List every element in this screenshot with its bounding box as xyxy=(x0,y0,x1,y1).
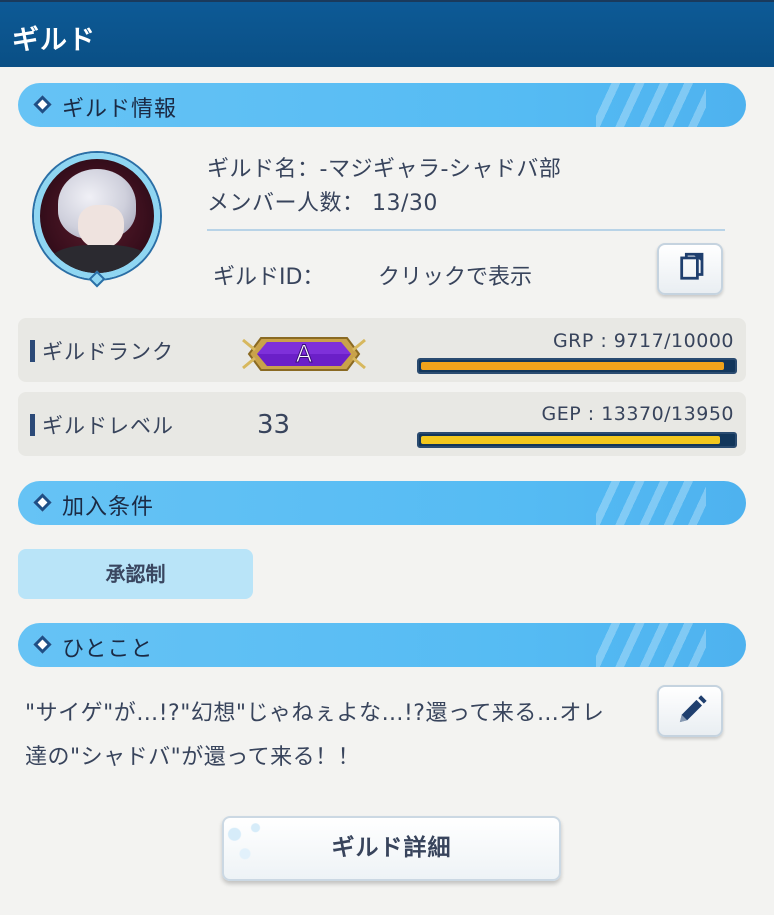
guild-id-reveal[interactable]: クリックで表示 xyxy=(378,259,532,291)
guild-detail-label: ギルド詳細 xyxy=(331,835,452,861)
gep-progress-fill xyxy=(421,436,720,444)
copy-id-button[interactable] xyxy=(657,243,723,295)
section-title: ひとこと xyxy=(62,637,154,662)
gep-progress-bar xyxy=(417,432,737,448)
rank-letter: A xyxy=(296,340,313,368)
grp-progress-bar xyxy=(417,358,737,374)
diamond-icon xyxy=(33,635,52,654)
divider xyxy=(207,229,725,231)
guild-id-label: ギルドID： xyxy=(213,265,325,290)
guild-level-value: 33 xyxy=(257,410,291,440)
guild-detail-button[interactable]: ギルド詳細 xyxy=(222,816,561,881)
comment-text: "サイゲ"が…!?"幻想"じゃねぇよな…!?還って来る…オレ達の"シャドバ"が還… xyxy=(25,701,605,770)
guild-members: メンバー人数： 13/30 xyxy=(207,191,438,216)
guild-rank-label: ギルドランク xyxy=(42,340,174,364)
copy-icon xyxy=(680,252,704,280)
guild-avatar[interactable] xyxy=(34,153,160,279)
grp-progress-fill xyxy=(421,362,724,370)
pencil-icon xyxy=(679,695,707,723)
guild-level-label: ギルドレベル xyxy=(42,414,174,438)
rank-badge-icon: A xyxy=(242,337,366,371)
section-header-join-conditions: 加入条件 xyxy=(18,481,746,525)
guild-level-row: ギルドレベル GEP : 13370/13950 xyxy=(18,392,746,456)
join-condition-text: 承認制 xyxy=(105,562,166,586)
gep-text: GEP : 13370/13950 xyxy=(541,403,734,425)
section-header-guild-info: ギルド情報 xyxy=(18,83,746,127)
section-header-comment: ひとこと xyxy=(18,623,746,667)
page-title: ギルド xyxy=(12,25,96,56)
section-title: ギルド情報 xyxy=(62,97,178,122)
grp-text: GRP : 9717/10000 xyxy=(552,330,734,352)
guild-rank-row: ギルドランク GRP : 9717/10000 xyxy=(18,318,746,382)
diamond-icon xyxy=(33,493,52,512)
title-bar: ギルド xyxy=(0,0,774,67)
guild-name: ギルド名：-マジギャラ-シャドバ部 xyxy=(207,157,562,182)
diamond-icon xyxy=(33,95,52,114)
edit-comment-button[interactable] xyxy=(657,685,723,737)
section-title: 加入条件 xyxy=(62,495,155,520)
join-condition-badge: 承認制 xyxy=(18,549,253,599)
